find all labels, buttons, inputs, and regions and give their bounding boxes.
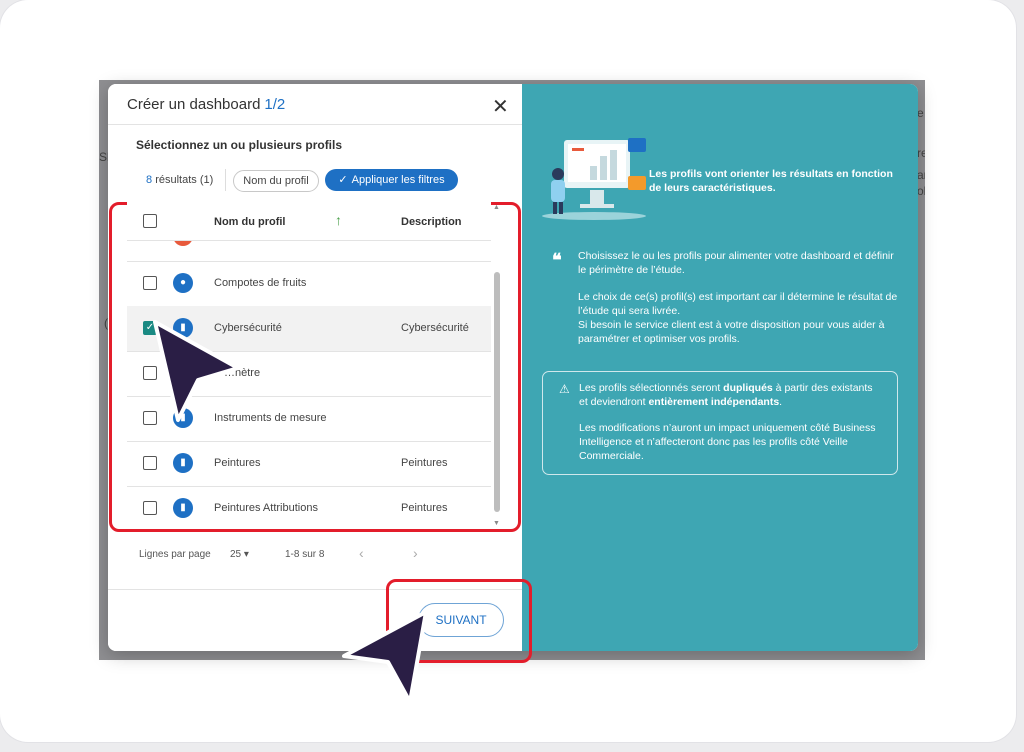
bg-text: re [917,146,925,160]
divider [225,169,226,191]
results-count: 8 résultats (1) [146,174,214,186]
warning-icon: ⚠ [559,382,570,396]
rows-per-page-select[interactable]: 25 ▾ [230,549,249,560]
prev-page-icon[interactable]: ‹ [359,545,364,561]
rows-per-page-label: Lignes par page [139,549,211,560]
divider [108,124,522,125]
check-icon: ✓ [338,174,348,186]
step-indicator: 1/2 [264,96,286,113]
info-paragraph: Choisissez le ou les profils pour alimen… [578,250,894,276]
info-paragraph: Le choix de ce(s) profil(s) est importan… [578,291,898,317]
section-subtitle: Sélectionnez un ou plusieurs profils [136,138,343,152]
pointer-cursor-icon [153,320,240,422]
next-page-icon[interactable]: › [413,545,418,561]
pointer-cursor-icon [342,610,428,704]
select-all-checkbox[interactable] [143,214,157,228]
info-heading: Les profils vont orienter les résultats … [649,168,893,194]
page-range: 1-8 sur 8 [285,549,325,560]
modal-info-panel: Les profils vont orienter les résultats … [522,84,918,651]
warning-text: Les modifications n’auront un impact uni… [579,422,876,462]
col-header-name[interactable]: Nom du profil [214,216,286,228]
bg-text: ol [917,184,925,198]
quote-icon: ❝ [552,250,562,270]
table-header: Nom du profil ↑ Description [127,202,491,241]
screenshot-card: Sh e re ar ol (i Créer un dashboard1/2 ✕… [0,0,1016,742]
info-paragraph: Si besoin le service client est à votre … [578,319,885,345]
caret-down-icon: ▾ [243,549,249,560]
col-header-description: Description [401,216,462,228]
warning-box: ⚠ Les profils sélectionnés seront dupliq… [542,371,898,475]
modal-title: Créer un dashboard 1/2 [127,96,286,113]
bg-text: e [917,106,924,120]
bg-text: ar [917,168,925,182]
close-icon[interactable]: ✕ [492,94,509,119]
warning-text: Les profils sélectionnés seront dupliqué… [579,382,873,408]
sort-ascending-icon[interactable]: ↑ [335,212,342,228]
dashboard-illustration [542,138,646,220]
apply-filters-button[interactable]: ✓ Appliquer les filtres [325,169,458,191]
filter-chip-name[interactable]: Nom du profil [233,170,319,192]
